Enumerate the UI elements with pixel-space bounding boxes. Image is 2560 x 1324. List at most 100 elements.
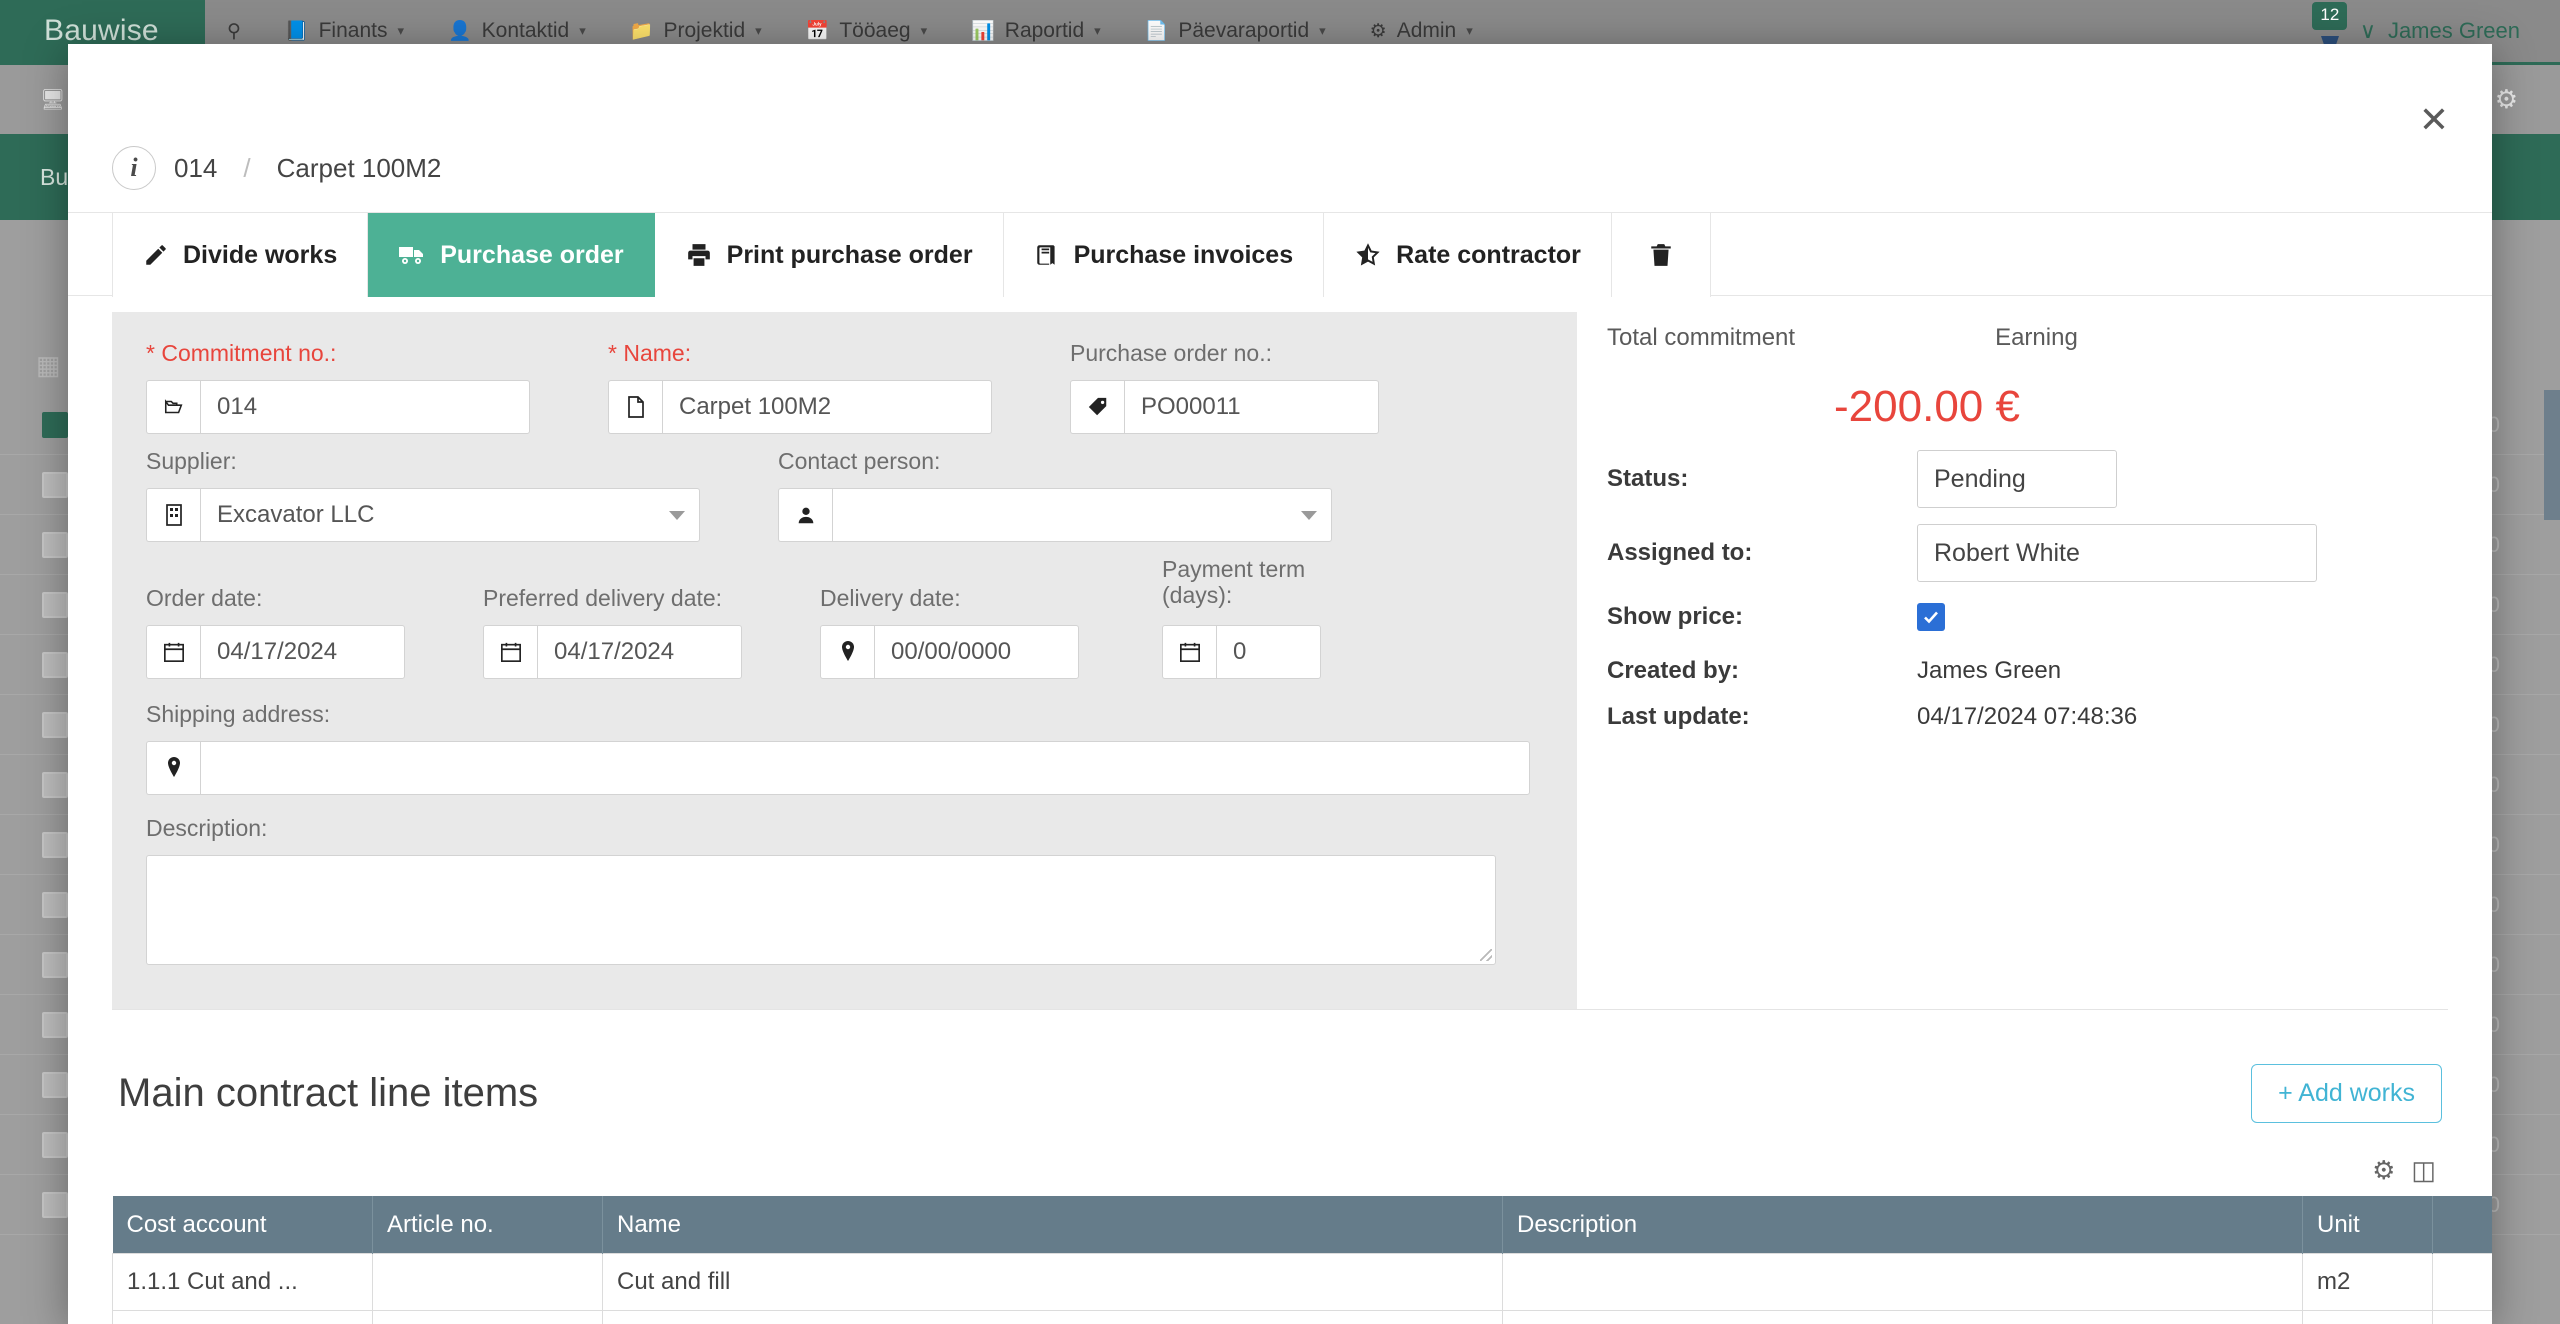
field-shipping-address: Shipping address: [146, 701, 1530, 795]
table-total-row: 300.00 € [113, 1311, 2493, 1324]
payment-term-input[interactable]: 0 [1216, 625, 1321, 679]
chevron-down-icon: ▾ [921, 23, 928, 39]
row-checkbox[interactable] [42, 892, 68, 918]
nav-label: Finants [319, 19, 388, 43]
field-supplier: Supplier: Excavator LLC [146, 448, 700, 542]
add-works-button[interactable]: + Add works [2251, 1064, 2442, 1123]
assigned-to-select[interactable]: Robert White [1917, 524, 2317, 582]
contact-person-select[interactable] [832, 488, 1332, 542]
assigned-to-value: Robert White [1934, 539, 2080, 568]
gear-icon[interactable]: ⚙ [2372, 1155, 2395, 1186]
close-icon[interactable]: ✕ [2414, 102, 2454, 142]
row-checkbox[interactable] [42, 592, 68, 618]
row-checkbox[interactable] [42, 712, 68, 738]
col-cost-account[interactable]: Cost account [113, 1196, 373, 1254]
line-items-table: Cost account Article no. Name Descriptio… [112, 1196, 2492, 1324]
purchase-order-no-input[interactable]: PO00011 [1124, 380, 1379, 434]
summary-row-show-price: Show price: [1607, 598, 2492, 636]
pin-icon [146, 741, 200, 795]
calendar-icon[interactable] [483, 625, 537, 679]
order-date-input[interactable]: 04/17/2024 [200, 625, 405, 679]
tab-label: Print purchase order [727, 241, 973, 270]
tab-purchase-invoices[interactable]: Purchase invoices [1004, 213, 1325, 297]
cell-cost-account [113, 1311, 373, 1324]
row-checkbox[interactable] [42, 1192, 68, 1218]
open-folder-icon [146, 380, 200, 434]
delivery-date-input[interactable]: 00/00/0000 [874, 625, 1079, 679]
tab-label: Purchase order [440, 241, 623, 270]
description-textarea[interactable] [146, 855, 1496, 965]
cell-name [603, 1311, 1503, 1324]
cell-cost-account: 1.1.1 Cut and ... [113, 1254, 373, 1311]
table-row[interactable]: 1.1.1 Cut and ... Cut and fill m2 1.00 1… [113, 1254, 2493, 1311]
col-description[interactable]: Description [1503, 1196, 2303, 1254]
chevron-down-icon [669, 511, 685, 520]
field-preferred-delivery-date: Preferred delivery date: 04/17/2024 [483, 585, 742, 679]
chart-icon: 📊 [971, 19, 995, 43]
tab-divide-works[interactable]: Divide works [112, 213, 368, 297]
columns-icon[interactable]: ◫ [2411, 1155, 2436, 1186]
col-unit[interactable]: Unit [2303, 1196, 2433, 1254]
field-description: Description: [146, 815, 1496, 965]
table-toolbar: ⚙ ◫ [112, 1135, 2448, 1196]
user-menu[interactable]: ∨ James Green [2360, 18, 2560, 44]
grid-view-icon[interactable]: ▦ [36, 350, 61, 381]
form-row-1: * Commitment no.: 014 * Name: Ca [146, 340, 1543, 434]
field-label: Delivery date: [820, 585, 1079, 615]
row-checkbox[interactable] [42, 772, 68, 798]
row-checkbox[interactable] [42, 952, 68, 978]
row-checkbox[interactable] [42, 832, 68, 858]
row-checkbox[interactable] [42, 1132, 68, 1158]
form-row-3: Order date: 04/17/2024 Preferred deliver… [146, 556, 1543, 679]
status-select[interactable]: Pending [1917, 450, 2117, 508]
commitment-no-input[interactable]: 014 [200, 380, 530, 434]
col-article-no[interactable]: Article no. [373, 1196, 603, 1254]
breadcrumb-name[interactable]: Carpet 100M2 [277, 153, 442, 184]
show-price-label: Show price: [1607, 603, 1917, 631]
row-checkbox[interactable] [42, 1012, 68, 1038]
col-name[interactable]: Name [603, 1196, 1503, 1254]
show-price-checkbox[interactable] [1917, 603, 1945, 631]
tab-print-purchase-order[interactable]: Print purchase order [655, 213, 1004, 297]
row-checkbox[interactable] [42, 652, 68, 678]
printer-icon [685, 242, 713, 268]
delete-button[interactable] [1612, 213, 1711, 297]
form-row-2: Supplier: Excavator LLC Contact person: [146, 448, 1543, 542]
row-checkbox[interactable] [42, 1072, 68, 1098]
summary-row-last-update: Last update: 04/17/2024 07:48:36 [1607, 698, 2492, 736]
user-icon [778, 488, 832, 542]
tab-rate-contractor[interactable]: Rate contractor [1324, 213, 1612, 297]
contact-icon: 👤 [448, 19, 472, 43]
page-title: Main contract line items [118, 1071, 538, 1116]
name-input[interactable]: Carpet 100M2 [662, 380, 992, 434]
tag-icon [1070, 380, 1124, 434]
tab-purchase-order[interactable]: Purchase order [368, 213, 654, 297]
assigned-to-label: Assigned to: [1607, 539, 1917, 567]
field-label: Supplier: [146, 448, 700, 478]
col-quantity[interactable]: Quantity [2433, 1196, 2493, 1254]
status-label: Status: [1607, 465, 1917, 493]
side-panel-handle[interactable] [2544, 390, 2560, 520]
nav-label: Raportid [1005, 19, 1084, 43]
row-checkbox[interactable] [42, 472, 68, 498]
supplier-select[interactable]: Excavator LLC [200, 488, 700, 542]
calendar-icon[interactable] [146, 625, 200, 679]
shipping-address-input[interactable] [200, 741, 1530, 795]
info-icon[interactable]: i [112, 146, 156, 190]
row-checkbox[interactable] [42, 532, 68, 558]
modal-top-strip [68, 44, 2492, 126]
summary-panel: Total commitment Earning -200.00 € Statu… [1577, 296, 2492, 1009]
supplier-value: Excavator LLC [217, 501, 374, 529]
settings-gear-icon[interactable]: ⚙ [2495, 84, 2518, 115]
field-label: Preferred delivery date: [483, 585, 742, 615]
preferred-delivery-date-input[interactable]: 04/17/2024 [537, 625, 742, 679]
last-update-value: 04/17/2024 07:48:36 [1917, 703, 2137, 731]
field-label: Order date: [146, 585, 405, 615]
calendar-icon[interactable] [1162, 625, 1216, 679]
cell-quantity [2433, 1311, 2493, 1324]
breadcrumb-code[interactable]: 014 [174, 153, 217, 184]
trash-icon [1648, 241, 1674, 269]
notification-count: 12 [2312, 2, 2347, 30]
row-checkbox[interactable] [42, 412, 68, 438]
calendar-icon: 📅 [806, 19, 830, 43]
